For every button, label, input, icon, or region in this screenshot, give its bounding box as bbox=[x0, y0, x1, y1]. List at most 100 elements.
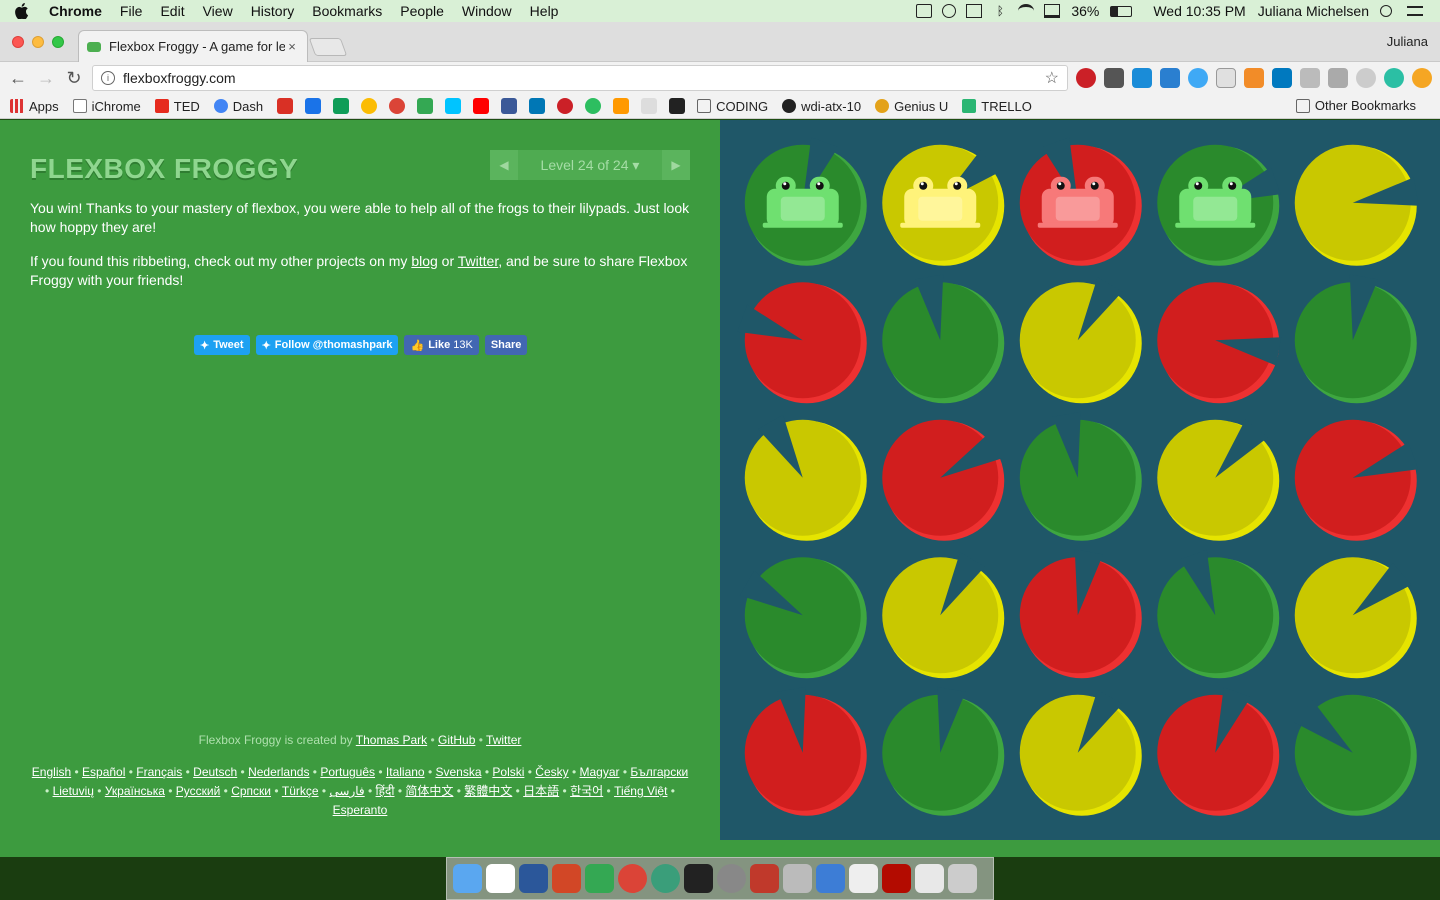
sheets-bookmark-icon[interactable] bbox=[333, 98, 350, 114]
calendar-bookmark-icon[interactable] bbox=[305, 98, 322, 114]
terminal-dock-icon[interactable] bbox=[684, 864, 713, 893]
facebook-share-button[interactable]: Share bbox=[484, 335, 528, 355]
bookmark-wdi[interactable]: wdi-atx-10 bbox=[782, 99, 861, 114]
user-name[interactable]: Juliana Michelsen bbox=[1252, 0, 1375, 22]
language-link[interactable]: فارسی bbox=[329, 784, 364, 798]
photos-bookmark-icon[interactable] bbox=[361, 98, 378, 114]
bookmark-ted[interactable]: TED bbox=[154, 99, 200, 114]
airplay-icon[interactable] bbox=[1044, 4, 1061, 18]
arrow-extension-icon[interactable] bbox=[1244, 68, 1264, 88]
language-link[interactable]: Nederlands bbox=[248, 765, 309, 779]
menu-bookmarks[interactable]: Bookmarks bbox=[303, 0, 391, 22]
language-link[interactable]: 한국어 bbox=[570, 784, 603, 798]
play-bookmark-icon[interactable] bbox=[445, 98, 462, 114]
author-link[interactable]: Thomas Park bbox=[356, 733, 427, 747]
evernote-bookmark-icon[interactable] bbox=[585, 98, 602, 114]
menu-file[interactable]: File bbox=[111, 0, 152, 22]
tab-close-icon[interactable]: × bbox=[285, 39, 299, 54]
pinterest-bookmark-icon[interactable] bbox=[557, 98, 574, 114]
amazon-bookmark-icon[interactable] bbox=[613, 98, 630, 114]
tweet-button[interactable]: ✦ Tweet bbox=[194, 335, 250, 355]
menu-history[interactable]: History bbox=[242, 0, 304, 22]
language-link[interactable]: Русский bbox=[176, 784, 221, 798]
screenshot-dock-icon[interactable] bbox=[750, 864, 779, 893]
forward-button[interactable]: → bbox=[32, 64, 60, 92]
language-link[interactable]: Deutsch bbox=[193, 765, 237, 779]
s-extension-icon[interactable] bbox=[1328, 68, 1348, 88]
close-window-button[interactable] bbox=[12, 36, 24, 48]
language-link[interactable]: Lietuvių bbox=[53, 784, 94, 798]
y-extension-icon[interactable] bbox=[1132, 68, 1152, 88]
menu-people[interactable]: People bbox=[391, 0, 453, 22]
spotlight-search-icon[interactable] bbox=[1380, 5, 1392, 17]
site-info-icon[interactable]: i bbox=[101, 71, 115, 85]
language-link[interactable]: Česky bbox=[535, 765, 568, 779]
grid-extension-icon[interactable] bbox=[1300, 68, 1320, 88]
plus-extension-icon[interactable] bbox=[1188, 68, 1208, 88]
language-link[interactable]: 简体中文 bbox=[405, 784, 453, 798]
bookmark-genius[interactable]: Genius U bbox=[875, 99, 948, 114]
github-link[interactable]: GitHub bbox=[438, 733, 475, 747]
linkedin-bookmark-icon[interactable] bbox=[529, 98, 546, 114]
blog-link[interactable]: blog bbox=[411, 253, 437, 269]
facebook-like-button[interactable]: 👍 Like 13K bbox=[404, 335, 479, 355]
next-level-arrow-icon[interactable]: ▶ bbox=[662, 150, 690, 180]
new-tab-button[interactable] bbox=[308, 38, 348, 56]
language-link[interactable]: Türkçe bbox=[282, 784, 319, 798]
menu-view[interactable]: View bbox=[194, 0, 242, 22]
level-indicator[interactable]: Level 24 of 24 ▾ bbox=[518, 157, 662, 174]
screen-share-icon[interactable] bbox=[916, 4, 933, 18]
chrome-dock-icon[interactable] bbox=[618, 864, 647, 893]
youtube-bookmark-icon[interactable] bbox=[473, 98, 490, 114]
other-bookmarks[interactable]: Other Bookmarks bbox=[1295, 98, 1416, 113]
language-link[interactable]: Português bbox=[320, 765, 375, 779]
facebook-bookmark-icon[interactable] bbox=[501, 98, 518, 114]
language-link[interactable]: Српски bbox=[231, 784, 271, 798]
language-link[interactable]: Polski bbox=[492, 765, 524, 779]
menu-help[interactable]: Help bbox=[521, 0, 568, 22]
powerpoint-dock-icon[interactable] bbox=[552, 864, 581, 893]
circle-extension-icon[interactable] bbox=[1412, 68, 1432, 88]
language-link[interactable]: हिंदी bbox=[376, 784, 395, 798]
puzzle-extension-icon[interactable] bbox=[1160, 68, 1180, 88]
bookmark-coding[interactable]: CODING bbox=[697, 99, 768, 114]
back-button[interactable]: ← bbox=[4, 64, 32, 92]
language-link[interactable]: 繁體中文 bbox=[464, 784, 512, 798]
pinterest-extension-icon[interactable] bbox=[1076, 68, 1096, 88]
finder-dock-icon[interactable] bbox=[453, 864, 482, 893]
language-link[interactable]: Magyar bbox=[580, 765, 620, 779]
bookmark-apps[interactable]: Apps bbox=[10, 99, 59, 114]
minimize-window-button[interactable] bbox=[32, 36, 44, 48]
language-link[interactable]: Svenska bbox=[435, 765, 481, 779]
m-extension-icon[interactable] bbox=[1384, 68, 1404, 88]
word-dock-icon[interactable] bbox=[519, 864, 548, 893]
battery-icon[interactable] bbox=[1110, 5, 1133, 17]
language-link[interactable]: Tiếng Việt bbox=[614, 784, 667, 798]
wsj-bookmark-icon[interactable] bbox=[641, 98, 658, 114]
system-preferences-dock-icon[interactable] bbox=[717, 864, 746, 893]
xcode-dock-icon[interactable] bbox=[816, 864, 845, 893]
bbc-bookmark-icon[interactable] bbox=[669, 98, 686, 114]
bluetooth-icon[interactable]: ᛒ bbox=[992, 4, 1008, 18]
mail-dock-icon[interactable] bbox=[915, 864, 944, 893]
url-text[interactable]: flexboxfroggy.com bbox=[123, 70, 236, 86]
profile-button[interactable]: Juliana bbox=[1387, 34, 1428, 49]
pocket-extension-icon[interactable] bbox=[1104, 68, 1124, 88]
apple-logo-icon[interactable] bbox=[12, 0, 32, 22]
menu-window[interactable]: Window bbox=[453, 0, 521, 22]
menu-chrome[interactable]: Chrome bbox=[40, 0, 111, 22]
follow-button[interactable]: ✦ Follow @thomashpark bbox=[255, 335, 399, 355]
bookmark-trello[interactable]: TRELLO bbox=[962, 99, 1032, 114]
active-tab[interactable]: Flexbox Froggy - A game for le × bbox=[78, 30, 308, 62]
language-link[interactable]: Italiano bbox=[386, 765, 425, 779]
calendar-dock-icon[interactable] bbox=[486, 864, 515, 893]
cloud-extension-icon[interactable] bbox=[1356, 68, 1376, 88]
reload-button[interactable]: ↻ bbox=[60, 64, 88, 92]
atom-dock-icon[interactable] bbox=[651, 864, 680, 893]
gmail-bookmark-icon[interactable] bbox=[277, 98, 294, 114]
bookmark-star-icon[interactable]: ☆ bbox=[1045, 68, 1059, 88]
acrobat-dock-icon[interactable] bbox=[882, 864, 911, 893]
sync-icon[interactable] bbox=[942, 4, 957, 18]
bookmark-ichrome[interactable]: iChrome bbox=[72, 99, 141, 114]
window-extension-icon[interactable] bbox=[1216, 68, 1236, 88]
